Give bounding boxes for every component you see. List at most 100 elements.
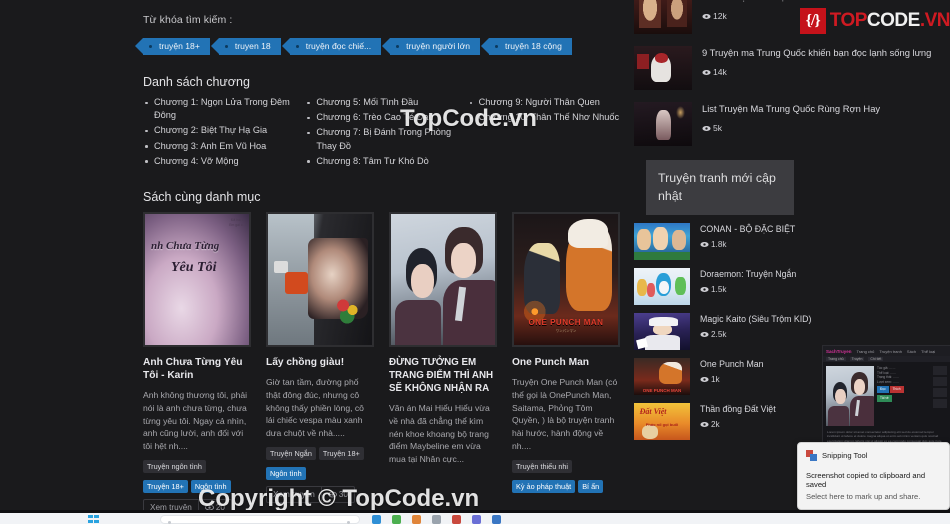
book-tags: Ngôn tình	[266, 467, 374, 480]
book-tag[interactable]: Truyện 18+	[318, 447, 364, 460]
taskbar-app-icon[interactable]	[452, 515, 461, 524]
chapter-link[interactable]: Chương 4: Vỡ Mộng	[143, 155, 299, 168]
bgwin-read-button[interactable]: Đọc	[877, 386, 889, 393]
keyword-chip[interactable]: truyen 18	[210, 38, 281, 55]
cover-car	[284, 271, 308, 294]
chapter-column: Chương 9: Người Thân Quen Chương 10: Thâ…	[468, 96, 630, 170]
article-views-value: 5k	[713, 123, 723, 133]
taskbar-app-icon[interactable]	[392, 515, 401, 524]
bgwin-nav-item[interactable]: Truyện tranh	[879, 349, 902, 354]
book-cover[interactable]	[389, 212, 497, 348]
taskbar-app-icon[interactable]	[472, 515, 481, 524]
taskbar-shadow	[0, 510, 950, 513]
bgwin-crumb[interactable]: Chi tiết	[868, 357, 884, 361]
keyword-chip[interactable]: truyện 18+	[135, 38, 210, 55]
logo-part-vn: .VN	[919, 10, 950, 31]
book-tag[interactable]: Truyện ngôn tình	[143, 460, 206, 473]
comic-title[interactable]: Magic Kaito (Siêu Trộm KID)	[700, 313, 932, 325]
chapter-link[interactable]: Chương 7: Bị Đánh Trong Phòng Thay Đồ	[305, 126, 461, 152]
book-tags: Truyện thiếu nhi	[512, 459, 620, 473]
eye-icon	[700, 287, 709, 292]
taskbar-app-icon[interactable]	[492, 515, 501, 524]
book-title[interactable]: Anh Chưa Từng Yêu Tôi - Karin	[143, 356, 251, 382]
book-title[interactable]: ĐỪNG TƯỞNG EM TRANG ĐIỂM THÌ ANH SẼ KHÔN…	[389, 356, 497, 395]
read-button[interactable]: Xem truyện	[267, 487, 322, 502]
chapter-link[interactable]: Chương 8: Tâm Tư Khó Dò	[305, 155, 461, 168]
book-tag[interactable]: Ngôn tình	[266, 467, 306, 480]
book-card[interactable]: Lấy chồng giàu! Giờ tan tầm, đường phố t…	[266, 212, 374, 516]
book-tag[interactable]: Kỳ ảo pháp thuật	[512, 479, 576, 493]
bgwin-content: Tác giả: …… Thể loại: …… Trạng thái: …… Lượ…	[823, 362, 950, 430]
sidebar-article-item[interactable]: 9 Truyện ma Trung Quốc khiến bạn đọc lạn…	[634, 40, 932, 96]
keyword-chip[interactable]: truyện 18 cộng	[481, 38, 572, 55]
book-cover[interactable]: Đã hai t… Em gái ó… nh Chưa Từng Yêu Tôi	[143, 212, 251, 348]
chapter-link[interactable]: Chương 3: Anh Em Vũ Hoa	[143, 140, 299, 153]
keyword-chip[interactable]: truyện đọc chiế...	[281, 38, 382, 55]
comic-views: 2.5k	[700, 330, 932, 339]
book-card[interactable]: ĐỪNG TƯỞNG EM TRANG ĐIỂM THÌ ANH SẼ KHÔN…	[389, 212, 497, 516]
topcode-logo[interactable]: {/} TOPCODE.VN	[799, 8, 950, 34]
book-tag[interactable]: Truyện 18+	[143, 480, 188, 493]
bgwin-nav-item[interactable]: Trang chủ	[857, 349, 875, 354]
cover-artwork	[268, 214, 372, 346]
comic-title[interactable]: Doraemon: Truyện Ngắn	[700, 268, 932, 280]
comic-thumbnail	[634, 313, 690, 350]
chapter-link[interactable]: Chương 5: Mối Tình Đầu	[305, 96, 461, 109]
chapter-link[interactable]: Chương 2: Biệt Thự Hạ Gia	[143, 124, 299, 137]
chapter-link[interactable]: Chương 6: Trèo Cao Té Đau	[305, 111, 461, 124]
bgwin-nav-item[interactable]: Thể loại	[921, 349, 935, 354]
bgwin-crumb[interactable]: Trang chủ	[826, 357, 846, 361]
toast-action-hint[interactable]: Select here to mark up and share.	[806, 492, 941, 501]
chapter-link[interactable]: Chương 9: Người Thân Quen	[468, 96, 624, 109]
book-cover[interactable]	[266, 212, 374, 348]
comic-thumbnail	[634, 223, 690, 260]
keyword-chip-label: truyện người lớn	[406, 41, 470, 51]
start-button-icon[interactable]	[88, 515, 99, 523]
article-title[interactable]: List Truyện Ma Trung Quốc Rùng Rợn Hay	[702, 102, 932, 116]
article-thumbnail	[634, 46, 692, 90]
comic-views-value: 2k	[711, 420, 720, 429]
chapter-column: Chương 5: Mối Tình Đầu Chương 6: Trèo Ca…	[305, 96, 467, 170]
article-views-value: 14k	[713, 67, 727, 77]
comic-views-value: 2.5k	[711, 330, 727, 339]
sidebar-comic-item[interactable]: Doraemon: Truyện Ngắn 1.5k	[634, 264, 932, 309]
background-browser-window[interactable]: SachTruyen Trang chủ Truyện tranh Sách T…	[822, 345, 950, 450]
bgwin-like-button[interactable]: Thích	[889, 386, 904, 393]
topcode-wordmark: TOPCODE.VN	[830, 10, 950, 32]
bgwin-side-rail	[933, 366, 947, 426]
taskbar-search-box[interactable]	[160, 515, 360, 524]
cover-car-far	[274, 261, 288, 273]
book-card[interactable]: ONE PUNCH MAN ワンパンマン One Punch Man Truyệ…	[512, 212, 620, 516]
book-tag[interactable]: Truyện Ngắn	[266, 447, 316, 460]
taskbar-app-icon[interactable]	[372, 515, 381, 524]
bgwin-download-button[interactable]: Tải về	[877, 394, 892, 402]
book-tag[interactable]: Bí ẩn	[578, 479, 604, 493]
book-card[interactable]: Đã hai t… Em gái ó… nh Chưa Từng Yêu Tôi …	[143, 212, 251, 516]
chapter-link[interactable]: Chương 1: Ngọn Lửa Trong Đêm Đông	[143, 96, 299, 122]
windows-taskbar[interactable]	[0, 510, 950, 524]
article-title[interactable]: 9 Truyện ma Trung Quốc khiến bạn đọc lạn…	[702, 46, 932, 60]
keyword-chip-label: truyen 18	[234, 41, 271, 51]
bgwin-nav-item[interactable]: Sách	[907, 349, 916, 354]
comic-title[interactable]: CONAN - BỘ ĐẶC BIỆT	[700, 223, 932, 235]
book-tag[interactable]: Truyện thiếu nhi	[512, 459, 573, 473]
book-title[interactable]: One Punch Man	[512, 356, 620, 369]
taskbar-app-icon[interactable]	[412, 515, 421, 524]
book-tag[interactable]: Ngôn tình	[190, 480, 231, 493]
sidebar-article-item[interactable]: List Truyện Ma Trung Quốc Rùng Rợn Hay 5…	[634, 96, 932, 152]
sidebar-comic-item[interactable]: CONAN - BỘ ĐẶC BIỆT 1.8k	[634, 219, 932, 264]
cover-figure-a-suit	[395, 300, 441, 346]
keyword-chip[interactable]: truyện người lớn	[382, 38, 480, 55]
thumbnail-artwork	[634, 313, 690, 350]
chapter-link[interactable]: Chương 10: Thân Thế Nhơ Nhuốc	[468, 111, 624, 124]
article-title[interactable]: ma kinh dị nhất Nhật Bản	[702, 0, 932, 4]
topcode-mark-icon: {/}	[799, 8, 826, 34]
snipping-tool-notification[interactable]: Snipping Tool Screenshot copied to clipb…	[797, 442, 950, 510]
article-views-value: 12k	[713, 11, 727, 21]
book-tags: Truyện 18+ Ngôn tình	[143, 480, 251, 493]
book-cover[interactable]: ONE PUNCH MAN ワンパンマン	[512, 212, 620, 348]
book-title[interactable]: Lấy chồng giàu!	[266, 356, 374, 369]
taskbar-app-icon[interactable]	[432, 515, 441, 524]
eye-icon	[702, 69, 711, 75]
bgwin-crumb[interactable]: Truyện	[849, 357, 865, 361]
